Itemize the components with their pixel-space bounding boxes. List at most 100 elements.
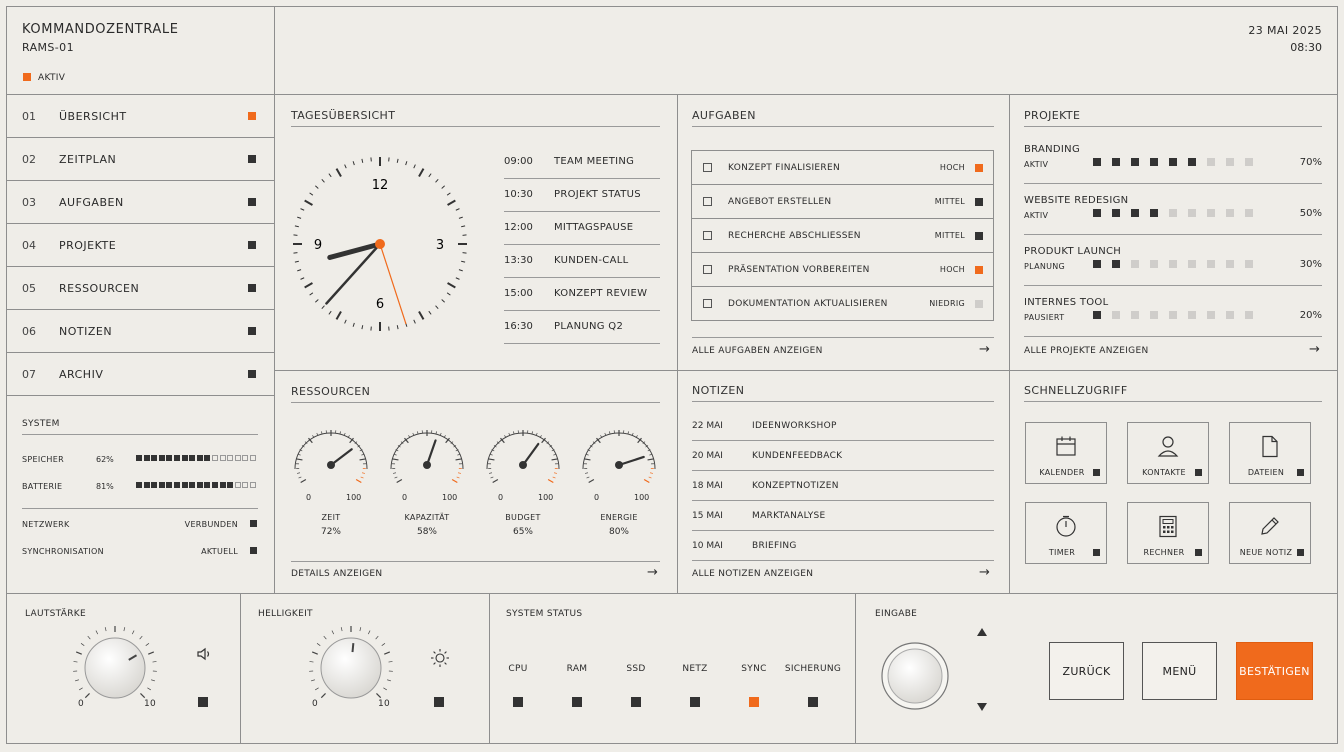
bar-segment	[242, 482, 249, 488]
task-checkbox[interactable]	[703, 231, 712, 240]
clock-numeral-9: 9	[314, 238, 322, 253]
header-time: 08:30	[1290, 41, 1322, 54]
task-checkbox[interactable]	[703, 197, 712, 206]
project-name[interactable]: BRANDING	[1024, 144, 1080, 155]
clock-numeral-3: 3	[436, 238, 444, 253]
schedule-time: 10:30	[504, 189, 533, 200]
gauge-min: 0	[594, 493, 600, 502]
task-checkbox[interactable]	[703, 163, 712, 172]
app-subtitle: RAMS-01	[22, 41, 74, 54]
down-arrow-icon[interactable]	[977, 703, 987, 711]
gauge-min: 0	[306, 493, 312, 502]
all-projects-arrow-icon[interactable]: →	[1309, 342, 1320, 357]
menu-button[interactable]: MENÜ	[1142, 642, 1217, 700]
project-progress-segment	[1131, 158, 1139, 166]
project-percent: 20%	[1299, 310, 1322, 321]
status-indicator-netz	[690, 697, 700, 707]
sidebar-item-1[interactable]: 01 ÜBERSICHT	[7, 95, 274, 138]
confirm-button[interactable]: BESTÄTIGEN	[1236, 642, 1313, 700]
project-name[interactable]: WEBSITE REDESIGN	[1024, 195, 1128, 206]
quick-kalender-button[interactable]: KALENDER	[1025, 422, 1107, 484]
sidebar-item-5[interactable]: 05 RESSOURCEN	[7, 267, 274, 310]
project-progress-segment	[1093, 311, 1101, 319]
project-progress-segment	[1150, 209, 1158, 217]
quick-rechner-button[interactable]: RECHNER	[1127, 502, 1209, 564]
input-dial[interactable]	[879, 640, 951, 712]
all-tasks-arrow-icon[interactable]: →	[979, 342, 990, 357]
speaker-icon[interactable]	[195, 645, 213, 663]
task-row[interactable]: DOKUMENTATION AKTUALISIEREN NIEDRIG	[691, 287, 994, 321]
note-date: 20 MAI	[692, 451, 723, 461]
divider	[1024, 183, 1322, 184]
project-progress-segment	[1169, 260, 1177, 268]
note-row[interactable]: 18 MAI KONZEPTNOTIZEN	[692, 471, 994, 501]
clock-tick	[321, 179, 325, 183]
note-row[interactable]: 15 MAI MARKTANALYSE	[692, 501, 994, 531]
note-row[interactable]: 10 MAI BRIEFING	[692, 531, 994, 561]
calculator-icon	[1159, 515, 1177, 538]
all-notes-link[interactable]: ALLE NOTIZEN ANZEIGEN	[692, 569, 813, 579]
clock-tick	[304, 282, 313, 289]
all-notes-arrow-icon[interactable]: →	[979, 565, 990, 580]
clock-tick	[458, 216, 463, 219]
schedule-row[interactable]: 15:00 KONZEPT REVIEW	[504, 278, 660, 311]
schedule-row[interactable]: 13:30 KUNDEN-CALL	[504, 245, 660, 278]
sidebar-item-4[interactable]: 04 PROJEKTE	[7, 224, 274, 267]
volume-knob[interactable]	[60, 618, 170, 703]
project-name[interactable]: INTERNES TOOL	[1024, 297, 1108, 308]
clock-tick	[455, 208, 460, 211]
bar-segment	[143, 482, 150, 488]
divider	[1024, 126, 1322, 127]
project-name[interactable]: PRODUKT LAUNCH	[1024, 246, 1121, 257]
divider	[291, 126, 660, 127]
sidebar-item-number: 02	[22, 153, 36, 166]
quick-dateien-button[interactable]: DATEIEN	[1229, 422, 1311, 484]
project-progress-segment	[1188, 158, 1196, 166]
divider	[291, 561, 660, 562]
resources-arrow-icon[interactable]: →	[647, 565, 658, 580]
gauge-max: 100	[538, 493, 554, 502]
brightness-knob[interactable]	[296, 618, 406, 703]
quick-kontakte-button[interactable]: KONTAKTE	[1127, 422, 1209, 484]
sidebar-item-3[interactable]: 03 AUFGABEN	[7, 181, 274, 224]
task-row[interactable]: ANGEBOT ERSTELLEN MITTEL	[691, 185, 994, 219]
sun-icon[interactable]	[430, 648, 450, 668]
note-row[interactable]: 22 MAI IDEENWORKSHOP	[692, 411, 994, 441]
bar-segment	[158, 482, 165, 488]
sidebar-item-7[interactable]: 07 ARCHIV	[7, 353, 274, 396]
quick-indicator	[1195, 549, 1202, 556]
resource-gauge	[294, 430, 368, 484]
back-button[interactable]: ZURÜCK	[1049, 642, 1124, 700]
task-row[interactable]: RECHERCHE ABSCHLIESSEN MITTEL	[691, 219, 994, 253]
divider	[22, 434, 258, 435]
all-projects-link[interactable]: ALLE PROJEKTE ANZEIGEN	[1024, 346, 1148, 356]
task-row[interactable]: KONZEPT FINALISIEREN HOCH	[691, 151, 994, 185]
sidebar-item-6[interactable]: 06 NOTIZEN	[7, 310, 274, 353]
quick-timer-button[interactable]: TIMER	[1025, 502, 1107, 564]
note-row[interactable]: 20 MAI KUNDENFEEDBACK	[692, 441, 994, 471]
task-row[interactable]: PRÄSENTATION VORBEREITEN HOCH	[691, 253, 994, 287]
resources-details-link[interactable]: DETAILS ANZEIGEN	[291, 569, 382, 579]
all-tasks-link[interactable]: ALLE AUFGABEN ANZEIGEN	[692, 346, 823, 356]
bar-segment	[250, 455, 256, 461]
task-label: DOKUMENTATION AKTUALISIEREN	[728, 299, 888, 309]
bar-segment	[196, 482, 203, 488]
bar-segment	[181, 482, 188, 488]
overview-title: TAGESÜBERSICHT	[291, 109, 396, 122]
up-arrow-icon[interactable]	[977, 628, 987, 636]
project-progress-segment	[1131, 209, 1139, 217]
volume-min: 0	[78, 699, 85, 709]
project-progress-segment	[1188, 311, 1196, 319]
sidebar-item-indicator	[248, 155, 256, 163]
schedule-row[interactable]: 12:00 MITTAGSPAUSE	[504, 212, 660, 245]
gauge-label: KAPAZITÄT	[404, 513, 450, 522]
task-checkbox[interactable]	[703, 265, 712, 274]
sidebar-item-2[interactable]: 02 ZEITPLAN	[7, 138, 274, 181]
volume-max: 10	[144, 699, 157, 709]
schedule-row[interactable]: 16:30 PLANUNG Q2	[504, 311, 660, 344]
schedule-row[interactable]: 09:00 TEAM MEETING	[504, 146, 660, 179]
quick-neue-notiz-button[interactable]: NEUE NOTIZ	[1229, 502, 1311, 564]
schedule-row[interactable]: 10:30 PROJEKT STATUS	[504, 179, 660, 212]
resources-title: RESSOURCEN	[291, 385, 371, 398]
task-checkbox[interactable]	[703, 299, 712, 308]
